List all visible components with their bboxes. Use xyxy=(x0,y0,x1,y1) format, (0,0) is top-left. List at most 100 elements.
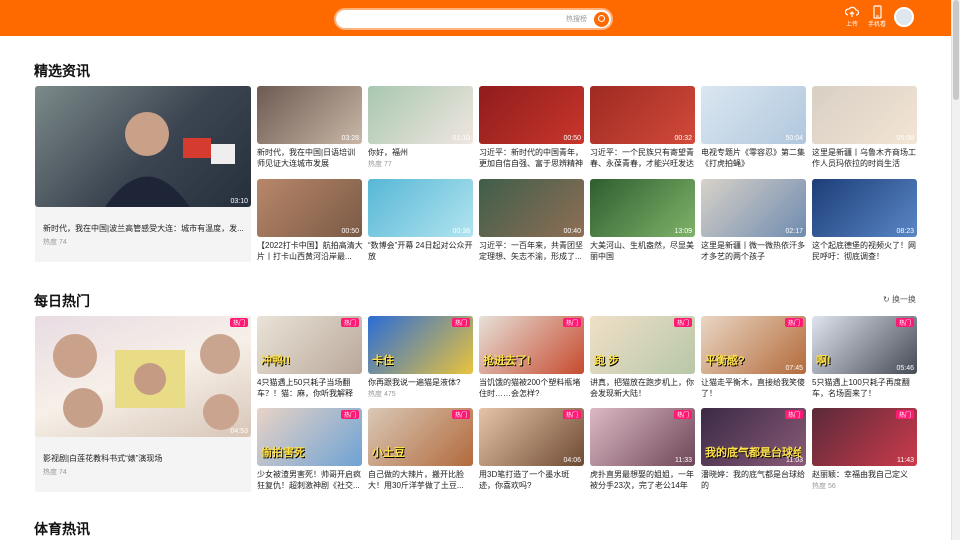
upload-button[interactable]: 上传 xyxy=(840,5,864,29)
duration: 00:40 xyxy=(563,228,581,235)
news-card-thumbnail[interactable]: 00:50 xyxy=(479,86,584,144)
hot-card-thumbnail[interactable]: 冲鸭!! 热门 xyxy=(257,316,362,374)
news-card-title[interactable]: 习近平：一个民族只有寄望青春、永葆青春，才能兴旺发达 xyxy=(590,147,696,169)
thumbnail-caption: 卡住 xyxy=(372,355,394,367)
duration: 07:45 xyxy=(785,365,803,372)
news-card-title[interactable]: 【2022打卡中国】航拍高清大片丨打卡山西黄河沿岸最... xyxy=(257,240,363,262)
thumbnail-caption: 抢进去了! xyxy=(483,355,531,367)
news-card-thumbnail[interactable]: 00:38 xyxy=(368,179,473,237)
mobile-button[interactable]: 手机看 xyxy=(865,5,889,29)
upload-label: 上传 xyxy=(845,22,858,28)
duration: 02:17 xyxy=(785,228,803,235)
hot-card-title[interactable]: 讲真，把猫放在跑步机上，你会发现新大陆！ xyxy=(590,377,696,399)
duration: 04:06 xyxy=(563,457,581,464)
hot-feature-title[interactable]: 影视剧|白莲花教科书式“婊”演现场 xyxy=(43,453,248,464)
hot-tag: 热门 xyxy=(562,318,581,327)
hot-feature-art xyxy=(53,334,240,430)
news-card-title[interactable]: “数博会”开幕 24日起对公众开放 xyxy=(368,240,474,262)
thumbnail-caption: 冲鸭!! xyxy=(261,355,291,367)
hot-tag: 热门 xyxy=(340,318,359,327)
duration: 11:03 xyxy=(786,457,803,464)
avatar[interactable] xyxy=(894,7,914,27)
hot-tag: 热门 xyxy=(451,318,470,327)
hot-card-thumbnail[interactable]: 啊! 热门 05:46 xyxy=(812,316,917,374)
hot-card-title[interactable]: 少女被渣男害死！帅哥开启疯狂复仇！超刺激神剧《社交... xyxy=(257,469,363,491)
hot-card-title[interactable]: 让猫走平衡木，直接给我笑傻了！ xyxy=(701,377,807,399)
duration: 11:43 xyxy=(897,457,914,464)
hot-card-title[interactable]: 5只猫遇上100只耗子再度翻车，名场面来了！ xyxy=(812,377,918,399)
news-feature-title[interactable]: 新时代，我在中国|波兰高管感受大连：城市有温度，发... xyxy=(43,223,248,234)
hot-card-heat: 热度 56 xyxy=(812,483,836,490)
duration: 11:33 xyxy=(675,457,692,464)
hot-card-thumbnail[interactable]: 热门 11:33 xyxy=(590,408,695,466)
hot-card-thumbnail[interactable]: 抢进去了! 热门 xyxy=(479,316,584,374)
search-hint[interactable]: 热搜榜 xyxy=(566,14,587,24)
hot-card-thumbnail[interactable]: 小土豆 热门 xyxy=(368,408,473,466)
hot-card-title[interactable]: 自己做的大辣片，搬开比脸大！用30斤洋芋做了土豆... xyxy=(368,469,474,491)
hot-card-title[interactable]: 潘晓婷：我的底气都是台球给的 xyxy=(701,469,807,491)
news-card-title[interactable]: 习近平：一百年来，共青团坚定理想、矢志不渝，形成了... xyxy=(479,240,585,262)
hot-card-heat: 热度 475 xyxy=(368,391,396,398)
hot-card-title[interactable]: 用3D笔打造了一个墨水斑迹，你喜欢吗? xyxy=(479,469,585,491)
section-title-news: 精选资讯 xyxy=(34,63,90,79)
search-icon[interactable] xyxy=(594,12,609,27)
news-card-title[interactable]: 这个起底德堡的视频火了！网民呼吁：彻底调查！ xyxy=(812,240,918,262)
hot-card-thumbnail[interactable]: 热门 04:06 xyxy=(479,408,584,466)
news-card-thumbnail[interactable]: 01:10 xyxy=(368,86,473,144)
hot-feature-thumbnail[interactable]: 热门 04:53 xyxy=(35,316,251,437)
search-box[interactable]: 热搜榜 xyxy=(334,8,613,30)
news-card-title[interactable]: 大美河山、生机盎然，尽显美丽中国 xyxy=(590,240,696,262)
news-card-thumbnail[interactable]: 00:40 xyxy=(479,179,584,237)
news-feature-thumbnail[interactable]: 03:10 xyxy=(35,86,251,207)
thumbnail-caption: 小土豆 xyxy=(372,447,405,459)
hot-tag: 热门 xyxy=(451,410,470,419)
duration: 05:08 xyxy=(896,135,914,142)
scrollbar[interactable] xyxy=(951,0,960,540)
news-card-title[interactable]: 电视专题片《零容忍》第二集《打虎拍蝇》 xyxy=(701,147,807,169)
hot-tag: 热门 xyxy=(673,410,692,419)
duration: 50:04 xyxy=(785,135,803,142)
duration: 01:10 xyxy=(452,135,470,142)
duration: 04:53 xyxy=(230,428,248,435)
phone-icon xyxy=(873,5,882,19)
hot-tag: 热门 xyxy=(229,318,248,327)
hot-card-title[interactable]: 4只猫遇上50只耗子当场翻车？！猫：麻，你听我解释 xyxy=(257,377,363,399)
news-card-title[interactable]: 习近平：新时代的中国青年，更加自信自强、富于思辨精神 xyxy=(479,147,585,169)
mobile-label: 手机看 xyxy=(867,22,886,28)
news-card-title[interactable]: 这里是新疆丨乌鲁木齐商场工作人员玛依拉的时尚生活 xyxy=(812,147,918,169)
news-card-thumbnail[interactable]: 05:08 xyxy=(812,86,917,144)
upload-icon xyxy=(845,6,859,17)
news-card-title[interactable]: 这里是新疆丨微一微热依汗多才多艺的两个孩子 xyxy=(701,240,807,262)
hot-card-title[interactable]: 当饥饿的猫被200个塑料瓶堵住时……会怎样? xyxy=(479,377,585,399)
hot-tag: 热门 xyxy=(673,318,692,327)
refresh-label: 换一换 xyxy=(891,295,916,304)
duration: 03:28 xyxy=(341,135,359,142)
news-card-thumbnail[interactable]: 03:28 xyxy=(257,86,362,144)
duration: 00:50 xyxy=(341,228,359,235)
hot-tag: 热门 xyxy=(895,410,914,419)
news-card-thumbnail[interactable]: 00:50 xyxy=(257,179,362,237)
news-card-thumbnail[interactable]: 02:17 xyxy=(701,179,806,237)
news-card-thumbnail[interactable]: 08:23 xyxy=(812,179,917,237)
hot-tag: 热门 xyxy=(340,410,359,419)
news-card-thumbnail[interactable]: 50:04 xyxy=(701,86,806,144)
duration: 05:46 xyxy=(896,365,914,372)
news-card-thumbnail[interactable]: 13:09 xyxy=(590,179,695,237)
hot-card-thumbnail[interactable]: 偷拍害死 热门 xyxy=(257,408,362,466)
news-card-heat: 热度 77 xyxy=(368,161,392,168)
scroll-thumb[interactable] xyxy=(953,0,959,100)
hot-card-thumbnail[interactable]: 跑 步 热门 xyxy=(590,316,695,374)
hot-card-thumbnail[interactable]: 卡住 热门 xyxy=(368,316,473,374)
news-card-title[interactable]: 新时代，我在中国|日语培训师见证大连城市发展 xyxy=(257,147,363,169)
news-feature-heat: 热度 74 xyxy=(43,239,67,246)
hot-card-title[interactable]: 虎扑直男最想娶的姐姐，一年被分手23次，完了老公14年 xyxy=(590,469,696,491)
refresh-button[interactable]: ↻ 换一换 xyxy=(883,294,916,305)
thumbnail-caption: 跑 步 xyxy=(594,355,620,367)
thumbnail-caption: 平衡感? xyxy=(705,355,745,367)
hot-card-thumbnail[interactable]: 平衡感? 热门 07:45 xyxy=(701,316,806,374)
news-card-thumbnail[interactable]: 00:32 xyxy=(590,86,695,144)
section-title-hot: 每日热门 xyxy=(34,293,90,309)
hot-card-thumbnail[interactable]: 我的底气都是台球给的热门11:03 xyxy=(701,408,806,466)
hot-card-thumbnail[interactable]: 热门 11:43 xyxy=(812,408,917,466)
duration: 00:50 xyxy=(563,135,581,142)
